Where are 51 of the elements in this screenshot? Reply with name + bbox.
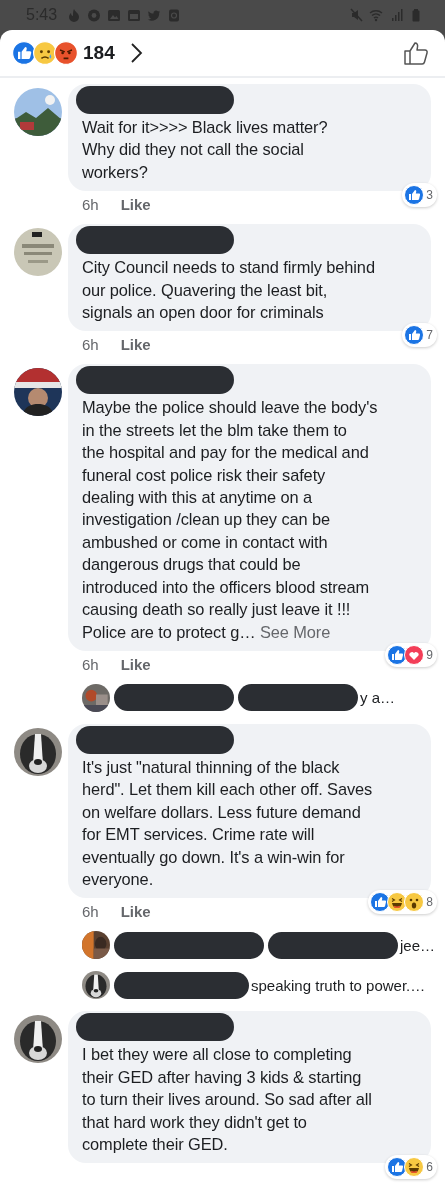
image-icon <box>107 7 122 23</box>
sad-face-icon <box>33 41 57 65</box>
comment-time: 6h <box>82 655 99 673</box>
reaction-summary[interactable]: 9 <box>385 642 437 667</box>
wifi-icon <box>369 7 383 23</box>
comment-text: City Council needs to stand firmly behind our police. Quavering the least bit, signals an open door for criminals <box>82 257 376 324</box>
reply-preview[interactable]: speaking truth to power.… <box>82 971 431 1000</box>
like-reaction-icon <box>370 892 391 913</box>
reaction-count: 9 <box>426 647 433 662</box>
mute-icon <box>349 7 363 23</box>
heart-reaction-icon <box>404 644 425 665</box>
like-reaction-icon <box>387 1157 408 1178</box>
like-link[interactable]: Like <box>120 903 151 921</box>
surprised-face-icon <box>404 892 425 913</box>
reaction-summary[interactable]: 6 <box>385 1155 437 1180</box>
like-reaction-icon <box>404 185 425 206</box>
comment-text: I bet they were all close to completing their GED after having 3 kids & starting to turn their lives around. So sad after all that hard work they didn't get to complete their GED. <box>82 1044 373 1155</box>
app-icon <box>167 7 182 23</box>
see-more-link[interactable]: See More <box>259 622 331 641</box>
comment-time: 6h <box>82 196 99 214</box>
chevron-right-icon <box>128 42 143 64</box>
angry-face-icon <box>54 41 78 65</box>
like-link[interactable]: Like <box>120 196 151 214</box>
reaction-count: 7 <box>426 328 433 343</box>
like-link[interactable]: Like <box>120 655 151 673</box>
reaction-count: 3 <box>426 188 433 203</box>
signal-icon <box>389 7 403 23</box>
reaction-summary[interactable]: 8 <box>368 890 437 915</box>
reply-text: y a… <box>360 689 395 707</box>
comment-text: Wait for it>>>> Black lives matter? Why did they not call the social workers? <box>82 117 329 183</box>
comment-time: 6h <box>82 336 99 354</box>
like-reaction-icon <box>12 41 36 65</box>
reaction-summary[interactable]: 3 <box>402 183 437 208</box>
like-link[interactable]: Like <box>120 336 151 354</box>
reaction-count: 6 <box>426 1160 433 1175</box>
laughing-face-icon <box>404 1157 425 1178</box>
laughing-face-icon <box>387 892 408 913</box>
window-icon <box>127 7 142 23</box>
reply-text: speaking truth to power.… <box>251 976 426 994</box>
reply-preview[interactable]: y a… <box>82 683 431 712</box>
browser-icon <box>87 7 102 23</box>
like-reaction-icon <box>404 325 425 346</box>
thumbs-up-icon <box>403 40 429 66</box>
reaction-summary[interactable]: 7 <box>402 323 437 348</box>
flame-icon <box>67 7 82 23</box>
reaction-count[interactable]: 184 <box>83 42 115 64</box>
comment-text: It's just "natural thinning of the black herd". Let them kill each other off. Saves on welfare dollars. Less future demand for EMT services. Crime rate will eventually go down. It's a win-win for everyone. <box>82 756 374 890</box>
like-reaction-icon <box>387 644 408 665</box>
reaction-count: 8 <box>426 895 433 910</box>
comment-time: 6h <box>82 903 99 921</box>
comment-text: Maybe the police should leave the body's in the streets let the blm take them to the hospital and pay for the medical and funeral cost police risk their safety dealing with this at anytime on a investigation /clean up they can be ambushed or come in contact with dangerous drugs that could be introduced into the officers blood stream causing death so really just leave it !!! Police are to protect g… See More <box>82 397 379 643</box>
